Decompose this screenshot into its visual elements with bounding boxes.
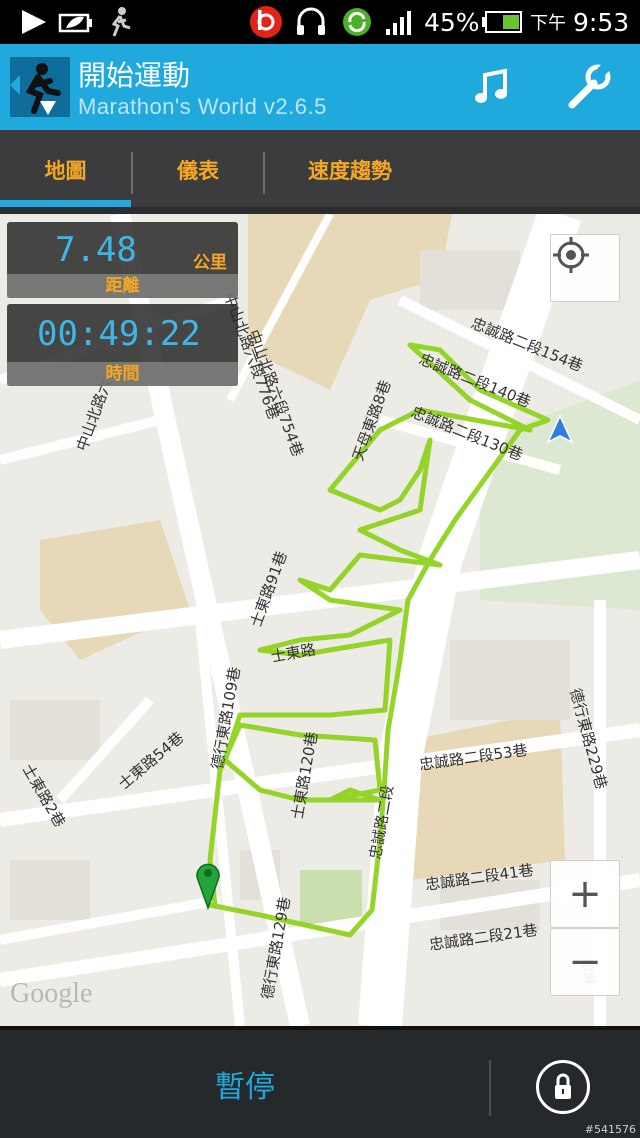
play-icon [18, 0, 48, 44]
runner-icon [106, 0, 132, 44]
headset-icon [294, 0, 328, 44]
crosshair-icon [553, 237, 589, 273]
app-title: 開始運動 [78, 59, 191, 92]
time-value: 00:49:22 [37, 314, 201, 354]
leaf-battery-icon [58, 0, 94, 44]
distance-unit: 公里 [193, 253, 227, 273]
status-ampm: 下午 [530, 13, 566, 34]
battery-percent: 45% [424, 7, 480, 37]
tab-underline [0, 207, 640, 214]
tab-map[interactable]: 地圖 [0, 130, 131, 210]
time-panel: 00:49:22 時間 [7, 304, 238, 386]
app-logo-icon[interactable] [10, 57, 70, 117]
distance-panel: 7.48 公里 距離 [7, 222, 238, 298]
status-bar: 45% 下午 9:53 [0, 0, 640, 44]
map-view[interactable]: 中山北路六段776巷 中山北路六段754巷 中山北路六 天母東路8巷 忠誠路二段… [0, 214, 640, 1026]
distance-caption: 距離 [7, 274, 238, 298]
sync-icon [340, 0, 374, 44]
lock-icon [555, 1073, 571, 1099]
active-tab-indicator [0, 200, 131, 207]
signal-icon [384, 0, 416, 44]
wrench-icon[interactable] [563, 62, 613, 112]
action-bar: 開始運動 Marathon's World v2.6.5 [0, 44, 640, 130]
lock-button[interactable] [536, 1060, 590, 1114]
zoom-out-button[interactable]: − [550, 928, 620, 996]
bottom-divider [489, 1060, 491, 1116]
tab-gauge[interactable]: 儀表 [133, 130, 263, 210]
watermark: #541576 [584, 1123, 636, 1136]
pause-button[interactable]: 暫停 [0, 1030, 490, 1138]
status-time: 9:53 [573, 7, 630, 37]
beats-icon [248, 0, 284, 44]
tab-speed-trend[interactable]: 速度趨勢 [265, 130, 435, 210]
google-attribution: Google [10, 978, 92, 1009]
music-note-icon[interactable] [466, 62, 516, 112]
app-subtitle: Marathon's World v2.6.5 [78, 94, 327, 119]
time-caption: 時間 [7, 362, 238, 386]
my-location-button[interactable] [550, 234, 620, 302]
battery-icon [481, 0, 523, 44]
bottom-bar: 暫停 #541576 [0, 1026, 640, 1138]
zoom-in-button[interactable]: + [550, 860, 620, 928]
distance-value: 7.48 [55, 230, 137, 270]
